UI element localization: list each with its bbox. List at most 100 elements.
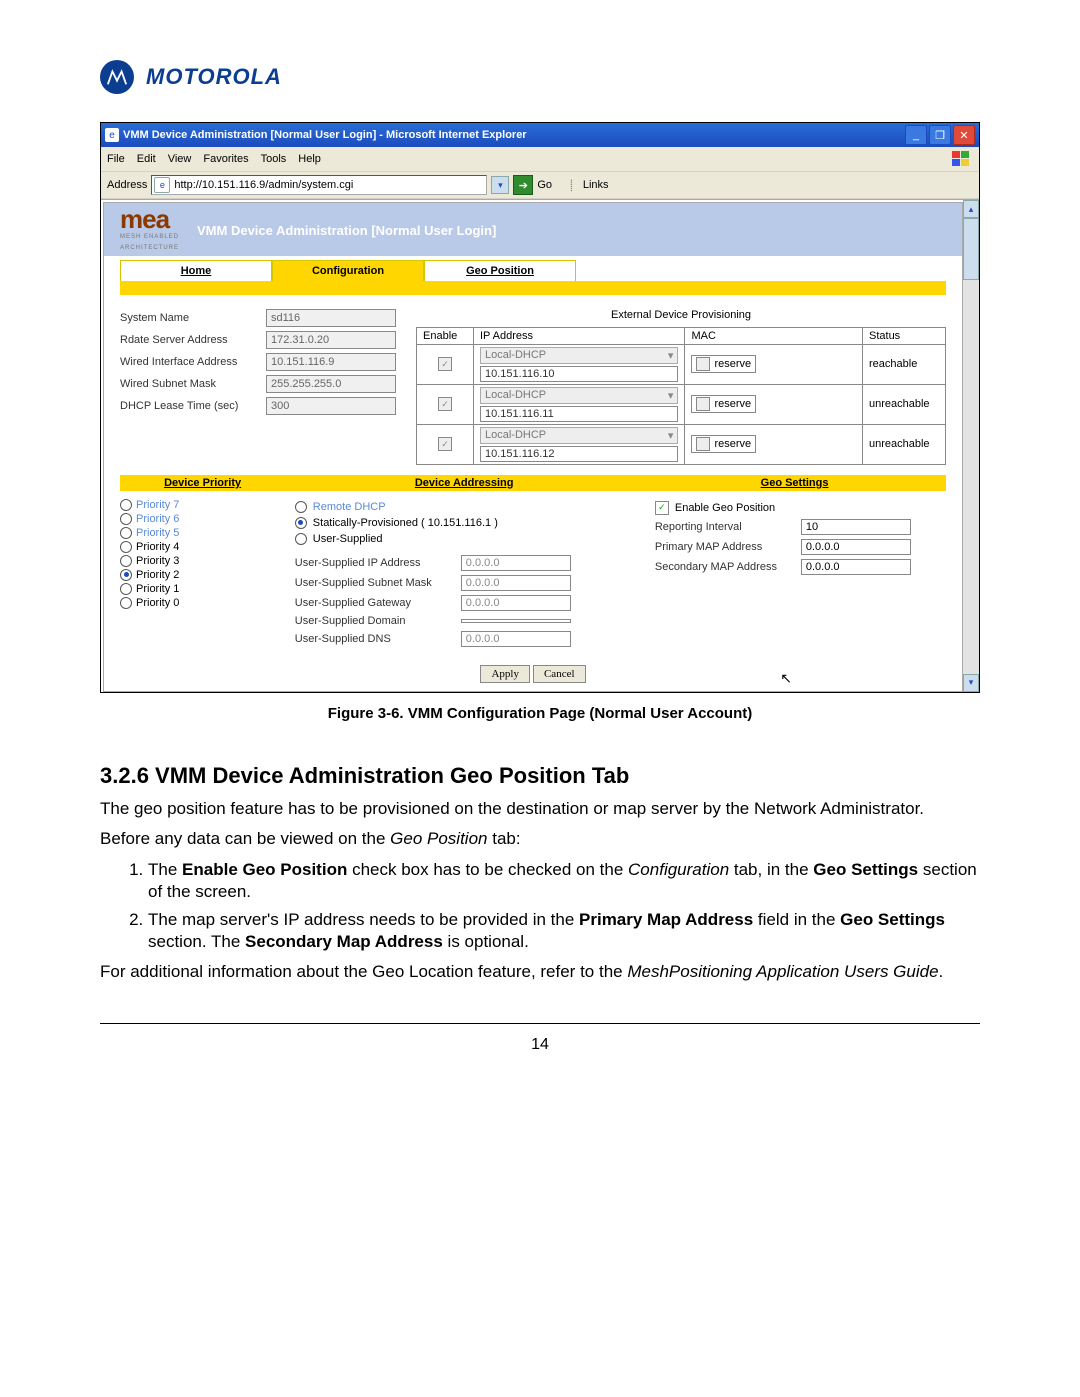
edp-ip-value[interactable]: 10.151.116.11 — [480, 406, 678, 422]
priority-option[interactable]: Priority 6 — [136, 513, 179, 525]
menu-bar: File Edit View Favorites Tools Help — [101, 147, 979, 172]
edp-enable-checkbox[interactable]: ✓ — [438, 357, 452, 371]
enable-geo-label[interactable]: Enable Geo Position — [675, 502, 775, 514]
geo-primary-input[interactable]: 0.0.0.0 — [801, 539, 911, 555]
us-gw-input[interactable]: 0.0.0.0 — [461, 595, 571, 611]
priority-radio[interactable] — [120, 541, 132, 553]
priority-radio[interactable] — [120, 583, 132, 595]
edp-status: reachable — [863, 344, 946, 384]
wired-if-label: Wired Interface Address — [120, 356, 260, 368]
rdate-input[interactable]: 172.31.0.20 — [266, 331, 396, 349]
enable-geo-checkbox[interactable]: ✓ — [655, 501, 669, 515]
edp-enable-checkbox[interactable]: ✓ — [438, 397, 452, 411]
reserve-checkbox[interactable] — [696, 437, 710, 451]
edp-ip-select[interactable]: Local-DHCP▾ — [480, 427, 678, 444]
priority-radio[interactable] — [120, 499, 132, 511]
geo-settings-header: Geo Settings — [643, 475, 946, 491]
cancel-button[interactable]: Cancel — [533, 665, 586, 683]
edp-status: unreachable — [863, 384, 946, 424]
priority-option[interactable]: Priority 5 — [136, 527, 179, 539]
maximize-button[interactable]: ❐ — [929, 125, 951, 145]
reserve-checkbox[interactable] — [696, 397, 710, 411]
addressing-user-label[interactable]: User-Supplied — [313, 533, 383, 545]
links-separator: ⸽ — [570, 178, 573, 193]
tab-geo-position[interactable]: Geo Position — [424, 260, 576, 281]
edp-mac-reserve[interactable]: reserve — [691, 395, 756, 413]
addressing-radio-user[interactable] — [295, 533, 307, 545]
edp-enable-checkbox[interactable]: ✓ — [438, 437, 452, 451]
content-frame: mea MESH ENABLED ARCHITECTURE VMM Device… — [101, 199, 979, 692]
system-name-input[interactable]: sd116 — [266, 309, 396, 327]
mea-logo-sub1: MESH ENABLED — [120, 234, 179, 240]
priority-option[interactable]: Priority 4 — [136, 541, 179, 553]
addressing-radio-remote[interactable] — [295, 501, 307, 513]
tab-home[interactable]: Home — [120, 260, 272, 281]
priority-option[interactable]: Priority 3 — [136, 555, 179, 567]
device-priority-header: Device Priority — [120, 475, 285, 491]
vertical-scrollbar[interactable]: ▴ ▾ — [963, 200, 979, 692]
dhcp-lease-input[interactable]: 300 — [266, 397, 396, 415]
us-dns-label: User-Supplied DNS — [295, 633, 455, 645]
edp-col-status: Status — [863, 327, 946, 344]
addressing-radio-static[interactable] — [295, 517, 307, 529]
wired-if-input[interactable]: 10.151.116.9 — [266, 353, 396, 371]
menu-edit[interactable]: Edit — [137, 153, 156, 165]
scroll-thumb[interactable] — [963, 218, 979, 280]
edp-ip-value[interactable]: 10.151.116.12 — [480, 446, 678, 462]
addressing-static-label[interactable]: Statically-Provisioned ( 10.151.116.1 ) — [313, 517, 498, 529]
priority-option[interactable]: Priority 2 — [136, 569, 179, 581]
minimize-button[interactable]: _ — [905, 125, 927, 145]
priority-radio[interactable] — [120, 513, 132, 525]
apply-button[interactable]: Apply — [480, 665, 530, 683]
edp-mac-reserve[interactable]: reserve — [691, 435, 756, 453]
priority-option[interactable]: Priority 0 — [136, 597, 179, 609]
paragraph: For additional information about the Geo… — [100, 961, 980, 983]
priority-option[interactable]: Priority 7 — [136, 499, 179, 511]
geo-interval-input[interactable]: 10 — [801, 519, 911, 535]
list-item: The Enable Geo Position check box has to… — [148, 859, 980, 903]
system-fields-column: System Name sd116 Rdate Server Address 1… — [120, 305, 396, 465]
links-label[interactable]: Links — [583, 179, 609, 191]
chevron-down-icon: ▾ — [668, 429, 674, 442]
menu-view[interactable]: View — [168, 153, 192, 165]
close-button[interactable]: ✕ — [953, 125, 975, 145]
priority-radio[interactable] — [120, 597, 132, 609]
wired-mask-input[interactable]: 255.255.255.0 — [266, 375, 396, 393]
brand-name: MOTOROLA — [146, 64, 282, 90]
edp-mac-reserve[interactable]: reserve — [691, 355, 756, 373]
menu-file[interactable]: File — [107, 153, 125, 165]
reserve-checkbox[interactable] — [696, 357, 710, 371]
edp-ip-value[interactable]: 10.151.116.10 — [480, 366, 678, 382]
figure-caption: Figure 3-6. VMM Configuration Page (Norm… — [100, 705, 980, 722]
tab-configuration[interactable]: Configuration — [272, 260, 424, 281]
scroll-up-icon[interactable]: ▴ — [963, 200, 979, 218]
geo-secondary-input[interactable]: 0.0.0.0 — [801, 559, 911, 575]
menu-favorites[interactable]: Favorites — [203, 153, 248, 165]
config-upper-section: System Name sd116 Rdate Server Address 1… — [104, 295, 962, 475]
edp-ip-select[interactable]: Local-DHCP▾ — [480, 347, 678, 364]
edp-title: External Device Provisioning — [416, 309, 946, 321]
edp-table: Enable IP Address MAC Status ✓ Local-DHC… — [416, 327, 946, 465]
document-page: MOTOROLA e VMM Device Administration [No… — [0, 0, 1080, 1397]
us-mask-input[interactable]: 0.0.0.0 — [461, 575, 571, 591]
menu-tools[interactable]: Tools — [261, 153, 287, 165]
addressing-remote-label[interactable]: Remote DHCP — [313, 501, 386, 513]
us-domain-input[interactable] — [461, 619, 571, 623]
scroll-down-icon[interactable]: ▾ — [963, 674, 979, 692]
rdate-label: Rdate Server Address — [120, 334, 260, 346]
priority-option[interactable]: Priority 1 — [136, 583, 179, 595]
list-item: The map server's IP address needs to be … — [148, 909, 980, 953]
priority-radio[interactable] — [120, 527, 132, 539]
priority-radio-selected[interactable] — [120, 569, 132, 581]
priority-radio[interactable] — [120, 555, 132, 567]
us-dns-input[interactable]: 0.0.0.0 — [461, 631, 571, 647]
edp-row: ✓ Local-DHCP▾ 10.151.116.12 reserve unre… — [417, 424, 946, 464]
go-button[interactable]: ➔ — [513, 175, 533, 195]
address-input[interactable]: e http://10.151.116.9/admin/system.cgi — [151, 175, 487, 195]
us-ip-input[interactable]: 0.0.0.0 — [461, 555, 571, 571]
menu-help[interactable]: Help — [298, 153, 321, 165]
address-dropdown-icon[interactable]: ▾ — [491, 176, 509, 194]
paragraph: The geo position feature has to be provi… — [100, 798, 980, 820]
edp-ip-select[interactable]: Local-DHCP▾ — [480, 387, 678, 404]
edp-col-mac: MAC — [685, 327, 863, 344]
